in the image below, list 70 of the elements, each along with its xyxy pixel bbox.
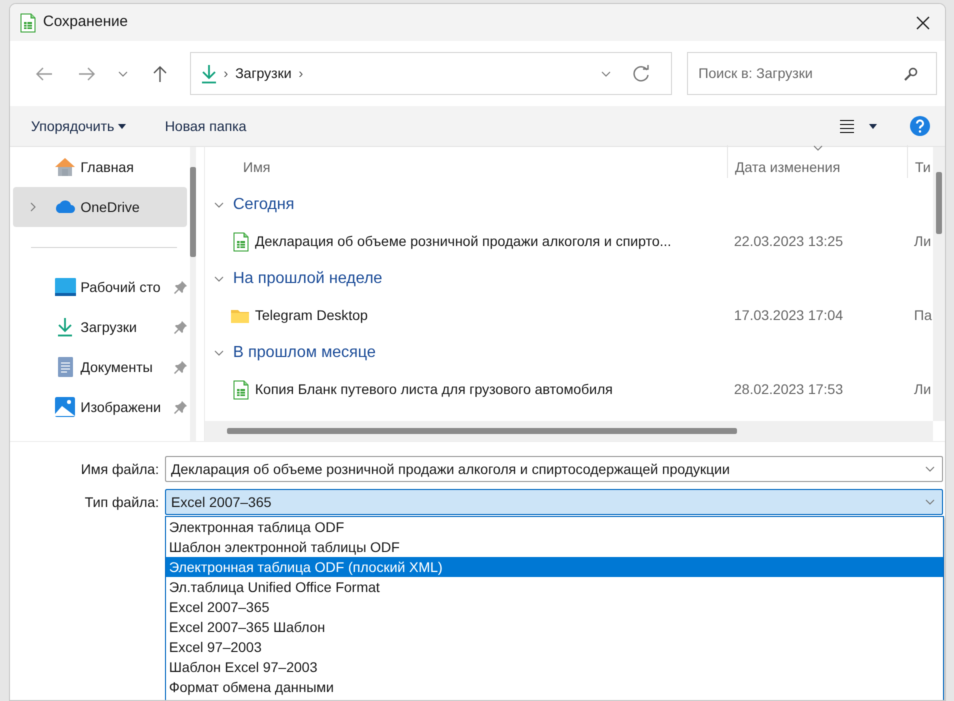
list-view-icon xyxy=(840,120,854,132)
refresh-icon xyxy=(632,64,650,82)
file-type: Па xyxy=(913,306,933,325)
file-name-field[interactable]: Декларация об объеме розничной продажи алкоголя и спиртосодержащей продукции xyxy=(165,456,943,482)
dropdown-option[interactable]: Excel 2007–365 xyxy=(166,597,943,617)
dropdown-option[interactable]: Формат обмена данными xyxy=(166,677,943,697)
field-label: Тип файла: xyxy=(84,492,160,512)
forward-arrow-icon xyxy=(78,66,96,82)
pin-icon xyxy=(174,320,187,334)
caret-icon xyxy=(118,124,126,128)
cloud-icon xyxy=(54,200,76,214)
sidebar-item[interactable]: Документы xyxy=(13,347,187,387)
pin-icon xyxy=(174,280,187,294)
vertical-scrollbar[interactable] xyxy=(933,147,945,421)
spreadsheet-icon xyxy=(20,12,36,32)
group-header[interactable]: В прошлом месяце xyxy=(205,334,945,371)
column-header[interactable]: Имя xyxy=(205,145,727,178)
spreadsheet-icon xyxy=(233,232,249,252)
file-date: 22.03.2023 13:25 xyxy=(733,232,844,251)
search-field[interactable]: Поиск в: Загрузки xyxy=(687,52,937,95)
pin-icon xyxy=(174,400,187,414)
spreadsheet-icon xyxy=(233,380,249,400)
horizontal-scrollbar[interactable] xyxy=(205,421,933,441)
file-type: Ли xyxy=(913,380,932,399)
document-icon xyxy=(58,357,72,377)
dropdown-option[interactable]: Электронная таблица ODF (плоский XML) xyxy=(166,557,943,577)
window-title: Сохранение xyxy=(43,12,128,32)
desktop-icon xyxy=(54,278,76,296)
dropdown-option[interactable]: Шаблон электронной таблицы ODF xyxy=(166,537,943,557)
breadcrumb-item[interactable]: Загрузки xyxy=(235,63,292,84)
close-icon xyxy=(916,16,930,30)
dropdown-option[interactable]: Шаблон Excel 97–2003 xyxy=(166,657,943,677)
breadcrumb-separator: › xyxy=(224,64,228,83)
group-header[interactable]: На прошлой неделе xyxy=(205,260,945,297)
file-date: 28.02.2023 17:53 xyxy=(733,380,844,399)
pin-icon xyxy=(174,360,187,374)
dropdown-option[interactable]: Excel 97–2003 xyxy=(166,637,943,657)
address-bar[interactable]: › Загрузки › xyxy=(190,52,672,95)
scrollbar[interactable] xyxy=(190,147,196,441)
file-type: Ли xyxy=(913,232,932,251)
new-folder-button[interactable]: Новая папка xyxy=(164,114,248,138)
dropdown-option[interactable]: Электронная таблица ODF xyxy=(166,517,943,537)
search-placeholder: Поиск в: Загрузки xyxy=(698,64,813,83)
organize-button[interactable]: Упорядочить xyxy=(30,114,127,138)
up-arrow-icon xyxy=(152,64,168,82)
column-header[interactable]: Дата изменения xyxy=(727,145,907,178)
caret-icon xyxy=(869,124,877,128)
sidebar-item[interactable]: OneDrive xyxy=(13,187,187,227)
search-icon xyxy=(904,66,918,80)
file-name[interactable]: Telegram Desktop xyxy=(255,305,727,326)
back-arrow-icon xyxy=(34,66,53,82)
file-name[interactable]: Копия Бланк путевого листа для грузового автомобиля xyxy=(255,379,727,400)
sidebar-item[interactable]: Главная xyxy=(13,147,187,187)
folder-icon xyxy=(231,308,249,323)
sidebar-item[interactable]: Загрузки xyxy=(13,307,187,347)
file-name[interactable]: Декларация об объеме розничной продажи алкоголя и спирто... xyxy=(255,231,727,252)
home-icon xyxy=(55,157,75,177)
sidebar-item[interactable]: Изображени xyxy=(13,387,187,427)
help-icon xyxy=(910,116,930,136)
download-icon xyxy=(200,64,217,84)
file-type-dropdown[interactable]: Excel 2007–365 xyxy=(165,489,943,515)
field-label: Имя файла: xyxy=(80,460,160,479)
file-date: 17.03.2023 17:04 xyxy=(733,306,844,325)
picture-icon xyxy=(55,397,75,417)
group-header[interactable]: Сегодня xyxy=(205,186,945,223)
sidebar-item[interactable]: Рабочий сто xyxy=(13,267,187,307)
dropdown-option[interactable]: Эл.таблица Unified Office Format xyxy=(166,577,943,597)
download-icon xyxy=(57,317,73,337)
breadcrumb-separator: › xyxy=(298,64,304,83)
dropdown-option[interactable]: Excel 2007–365 Шаблон xyxy=(166,617,943,637)
